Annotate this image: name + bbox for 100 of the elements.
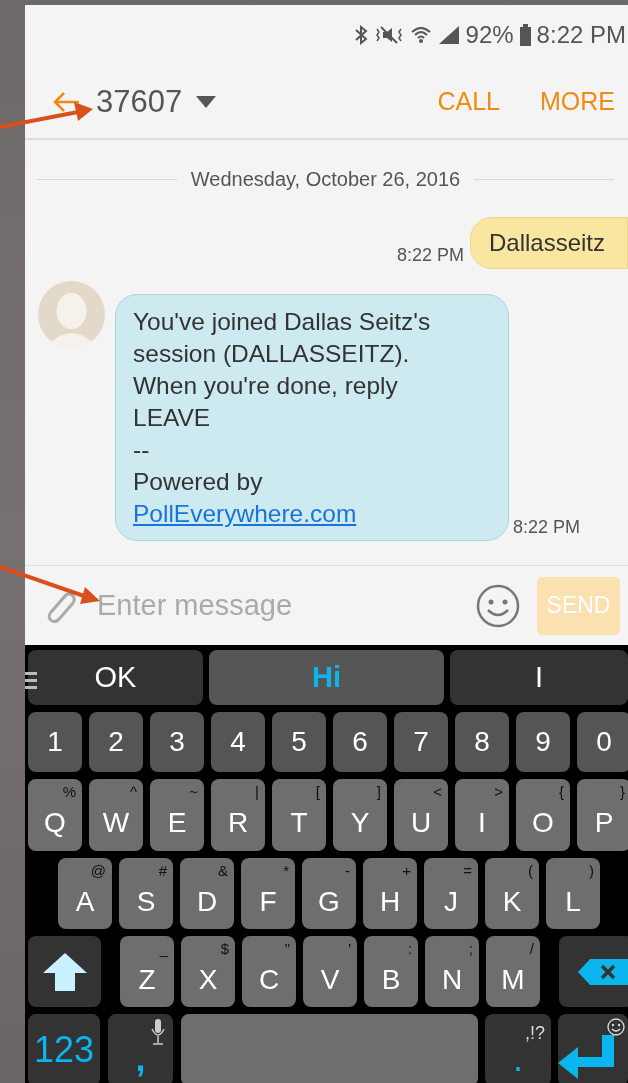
date-divider: Wednesday, October 26, 2016	[190, 168, 461, 191]
keyboard-key[interactable]: ~ E	[150, 779, 204, 851]
alt-symbol: :	[407, 941, 412, 956]
keyboard-key[interactable]: ) L	[546, 858, 600, 929]
key-label: 8	[474, 728, 490, 756]
key-label: 9	[535, 728, 551, 756]
key-label: P	[594, 809, 614, 837]
keyboard-key[interactable]: 9	[516, 712, 570, 772]
alt-symbol: =	[463, 863, 472, 878]
keyboard-key[interactable]: + H	[363, 858, 417, 929]
suggestion[interactable]: I	[450, 650, 628, 705]
key-label: O	[532, 809, 554, 837]
keyboard-key[interactable]: / M	[486, 936, 540, 1007]
suggestion[interactable]: OK	[28, 650, 203, 705]
keyboard-key[interactable]: < U	[394, 779, 448, 851]
key-label: 6	[352, 728, 368, 756]
alt-symbol: >	[494, 784, 503, 799]
keyboard-key[interactable]: " C	[242, 936, 296, 1007]
menu-icon[interactable]	[25, 671, 37, 689]
back-arrow-icon[interactable]	[52, 90, 80, 113]
alt-symbol: %	[62, 784, 76, 799]
key-label: H	[379, 887, 401, 916]
keyboard-key[interactable]: ; N	[425, 936, 479, 1007]
keyboard-key[interactable]: [ T	[272, 779, 326, 851]
keyboard-key[interactable]: - G	[302, 858, 356, 929]
key-label: M	[501, 965, 525, 994]
key-label: F	[259, 887, 277, 916]
key-label: R	[227, 809, 249, 837]
keyboard-key[interactable]: 6	[333, 712, 387, 772]
key-label: Z	[138, 965, 156, 994]
keyboard-key[interactable]: $ X	[181, 936, 235, 1007]
keyboard-key[interactable]: ,	[108, 1014, 173, 1083]
message-field[interactable]: Enter message	[95, 588, 476, 623]
key-label: 3	[169, 728, 185, 756]
message-text: --	[133, 435, 151, 465]
key-label: B	[381, 965, 401, 994]
keyboard-key[interactable]: = J	[424, 858, 478, 929]
smiley-icon[interactable]	[476, 583, 520, 628]
keyboard-key[interactable]: 5	[272, 712, 326, 772]
contact-title[interactable]: 37607	[96, 83, 183, 120]
backspace-key[interactable]	[559, 936, 628, 1007]
alt-symbol: }	[620, 784, 625, 799]
message-link[interactable]: PollEverywhere.com	[133, 498, 357, 530]
keyboard-key[interactable]: * F	[241, 858, 295, 929]
microphone-icon	[151, 1019, 165, 1045]
keyboard-key[interactable]: } P	[577, 779, 628, 851]
alt-symbol: '	[348, 941, 351, 956]
key-label: D	[196, 887, 218, 916]
alt-symbol: -	[345, 863, 350, 878]
key-label: I	[478, 809, 486, 837]
keyboard-key[interactable]: { O	[516, 779, 570, 851]
keyboard-key[interactable]: & D	[180, 858, 234, 929]
keyboard-key[interactable]: > I	[455, 779, 509, 851]
keyboard-key[interactable]: # S	[119, 858, 173, 929]
alt-symbol: _	[159, 941, 168, 956]
keyboard-key[interactable]: 8	[455, 712, 509, 772]
keyboard-key[interactable]: 2	[89, 712, 143, 772]
keyboard-key[interactable]: ( K	[485, 858, 539, 929]
key-label: S	[136, 887, 156, 916]
alt-symbol: &	[218, 863, 228, 878]
key-label: K	[502, 887, 522, 916]
keyboard-key[interactable]: ] Y	[333, 779, 387, 851]
keyboard-key[interactable]: | R	[211, 779, 265, 851]
key-label: 123	[33, 1032, 95, 1068]
keyboard-key[interactable]: 3	[150, 712, 204, 772]
message-text: You've joined Dallas Seitz's session (DALLASSEITZ). When you're done, reply LEAVE	[133, 307, 432, 433]
key-label: A	[75, 887, 95, 916]
keyboard-key[interactable]: : B	[364, 936, 418, 1007]
keyboard-key[interactable]: 7	[394, 712, 448, 772]
keyboard-key[interactable]: 1	[28, 712, 82, 772]
alt-symbol: $	[220, 941, 229, 956]
smiley-icon	[607, 1018, 625, 1036]
key-label: E	[167, 809, 187, 837]
wifi-icon	[409, 25, 432, 45]
message-time: 8:22 PM	[396, 245, 464, 267]
avatar-icon	[38, 281, 105, 348]
backspace-icon	[578, 958, 628, 985]
keyboard-key[interactable]: 123	[28, 1014, 100, 1083]
keyboard-key[interactable]: ,!? .	[485, 1014, 551, 1083]
keyboard-key[interactable]: 0	[577, 712, 628, 772]
caret-icon[interactable]	[196, 95, 217, 108]
shift-key[interactable]	[28, 936, 101, 1007]
suggestion[interactable]: Hi	[208, 650, 445, 705]
key-label: G	[318, 887, 340, 916]
keyboard-key[interactable]: ^ W	[89, 779, 143, 851]
alt-symbol: (	[528, 863, 533, 878]
keyboard-key[interactable]: @ A	[58, 858, 112, 929]
alt-symbol: {	[559, 784, 564, 799]
enter-key[interactable]	[558, 1014, 628, 1083]
keyboard-key[interactable]: _ Z	[120, 936, 174, 1007]
key-label: L	[565, 887, 581, 916]
keyboard-key[interactable]: ' V	[303, 936, 357, 1007]
key-label: 1	[47, 728, 63, 756]
message-text: Powered by	[133, 467, 264, 497]
alt-symbol: ,!?	[525, 1024, 545, 1042]
keyboard-key[interactable]: 4	[211, 712, 265, 772]
battery-percent: 92%	[465, 21, 514, 49]
keyboard-key[interactable]: % Q	[28, 779, 82, 851]
key-label: Q	[44, 809, 66, 837]
battery-icon	[519, 24, 531, 46]
